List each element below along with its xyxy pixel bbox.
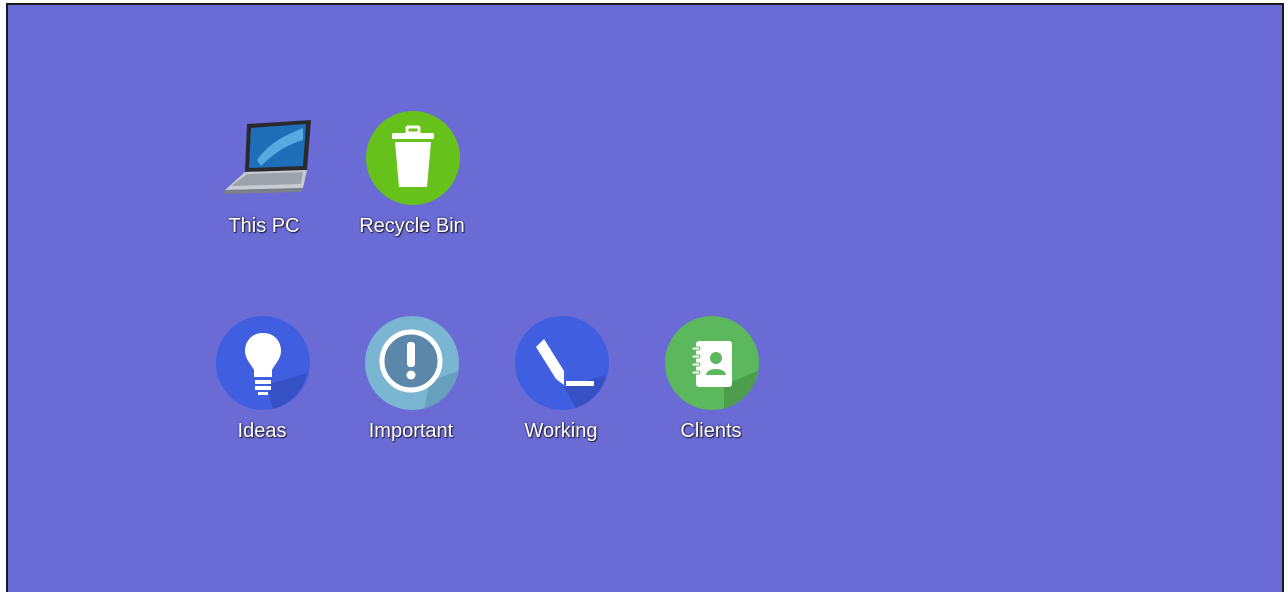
light-bulb-icon xyxy=(215,315,311,411)
desktop-icon-label: Working xyxy=(524,420,598,442)
laptop-icon xyxy=(217,110,313,206)
address-book-icon xyxy=(664,315,760,411)
exclamation-icon xyxy=(364,315,460,411)
desktop-icon-working[interactable]: Working xyxy=(496,315,626,455)
desktop-icon-label: Ideas xyxy=(237,420,287,442)
desktop-icon-important[interactable]: Important xyxy=(346,315,476,455)
desktop-icon-label: Clients xyxy=(680,420,742,442)
trash-can-icon xyxy=(365,110,461,206)
desktop-icon-recycle-bin[interactable]: Recycle Bin xyxy=(347,110,477,250)
desktop: This PC Recycle Bin Ideas Important Work… xyxy=(6,3,1284,592)
desktop-icon-clients[interactable]: Clients xyxy=(646,315,776,455)
desktop-icon-label: This PC xyxy=(228,215,300,237)
desktop-icon-label: Important xyxy=(368,420,454,442)
desktop-icon-this-pc[interactable]: This PC xyxy=(199,110,329,250)
pencil-icon xyxy=(514,315,610,411)
desktop-icon-label: Recycle Bin xyxy=(359,215,465,237)
desktop-icon-ideas[interactable]: Ideas xyxy=(197,315,327,455)
